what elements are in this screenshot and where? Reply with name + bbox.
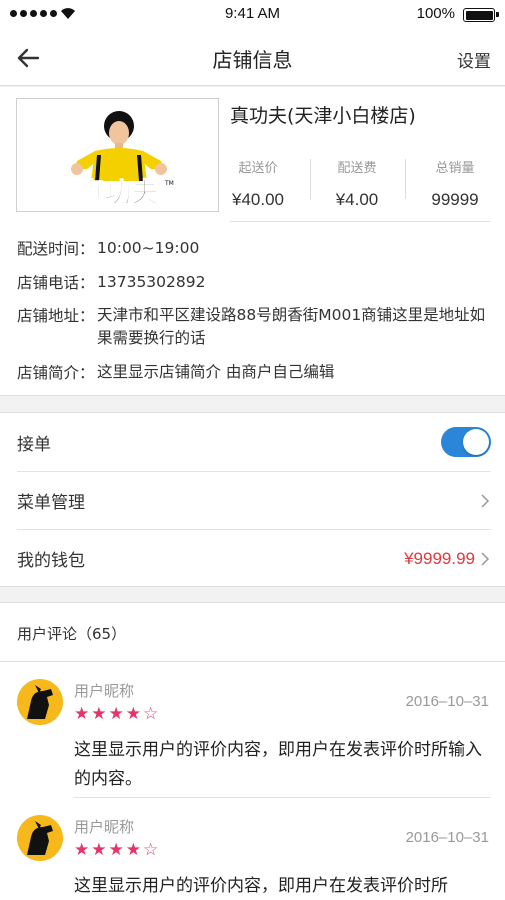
stat-value: ¥4.00 — [335, 190, 379, 209]
phone-row: 店铺电话： 13735302892 — [17, 271, 492, 294]
delivery-time-row: 配送时间： 10:00~19:00 — [17, 237, 492, 260]
avatar — [17, 815, 63, 861]
star-filled-icon: ★ — [125, 840, 141, 860]
wallet-row[interactable]: 我的钱包 ¥9999.99 — [17, 529, 491, 587]
user-avatar-icon — [27, 821, 53, 855]
settings-list: 接单 菜单管理 我的钱包 ¥9999.99 — [0, 412, 505, 587]
review-date: 2016–10–31 — [405, 693, 489, 710]
stat-label: 总销量 — [435, 161, 475, 176]
review-date: 2016–10–31 — [405, 829, 489, 846]
stat-divider — [405, 159, 406, 199]
page-title: 店铺信息 — [212, 48, 293, 72]
star-filled-icon: ★ — [108, 704, 124, 724]
info-value: 天津市和平区建设路88号朗香街M001商铺这里是地址如果需要换行的话 — [97, 306, 486, 347]
info-key: 店铺地址： — [17, 307, 95, 325]
info-key: 店铺简介： — [17, 364, 95, 382]
star-filled-icon: ★ — [91, 840, 107, 860]
info-key: 店铺电话： — [17, 274, 95, 292]
nav-bar: 店铺信息 设置 — [0, 30, 505, 86]
review-user-name: 用户昵称 — [74, 818, 135, 836]
settings-button[interactable]: 设置 — [457, 47, 491, 72]
review-rating: ★ ★ ★ ★ ☆ — [74, 840, 158, 860]
stat-label: 起送价 — [238, 161, 278, 176]
battery-percent: 100% — [416, 5, 455, 22]
chevron-right-icon — [481, 493, 490, 508]
stat-value: 99999 — [431, 190, 479, 209]
review-text: 这里显示用户的评价内容，即用户在发表评价时所 — [74, 876, 448, 896]
accept-orders-toggle[interactable] — [441, 427, 491, 457]
intro-row: 店铺简介： 这里显示店铺简介 由商户自己编辑 — [17, 361, 492, 384]
star-empty-icon: ☆ — [143, 840, 159, 860]
avatar — [17, 679, 63, 725]
svg-text:TM: TM — [164, 180, 174, 187]
menu-management-row[interactable]: 菜单管理 — [17, 471, 491, 529]
star-filled-icon: ★ — [74, 704, 90, 724]
accept-orders-label: 接单 — [17, 434, 51, 455]
store-logo: 真功夫 TM — [16, 98, 219, 212]
stat-label: 配送费 — [337, 161, 377, 176]
stat-delivery-fee: 配送费 ¥4.00 — [312, 157, 402, 210]
review-rating: ★ ★ ★ ★ ☆ — [74, 704, 158, 724]
accept-orders-row: 接单 — [17, 413, 491, 471]
info-value: 10:00~19:00 — [97, 239, 200, 257]
logo-text: 真功夫 — [78, 178, 160, 209]
star-filled-icon: ★ — [74, 840, 90, 860]
store-name: 真功夫(天津小白楼店) — [230, 105, 416, 127]
info-key: 配送时间： — [17, 240, 95, 258]
stat-divider — [310, 159, 311, 199]
menu-management-label: 菜单管理 — [17, 493, 85, 513]
star-filled-icon: ★ — [108, 840, 124, 860]
user-avatar-icon — [27, 685, 53, 719]
divider — [230, 221, 491, 222]
stat-value: ¥40.00 — [232, 190, 284, 209]
info-value: 这里显示店铺简介 由商户自己编辑 — [97, 363, 335, 381]
battery-icon — [463, 8, 499, 22]
store-info-card: 真功夫 TM 真功夫(天津小白楼店) 起送价 ¥40.00 配送费 ¥4.00 … — [0, 87, 505, 396]
stat-total-sales: 总销量 99999 — [410, 157, 500, 210]
review-user-name: 用户昵称 — [74, 682, 135, 700]
status-bar: 9:41 AM 100% — [0, 0, 505, 30]
stat-min-order: 起送价 ¥40.00 — [213, 157, 303, 210]
star-filled-icon: ★ — [91, 704, 107, 724]
wallet-amount: ¥9999.99 — [404, 548, 475, 568]
review-item: 用户昵称 ★ ★ ★ ★ ☆ 2016–10–31 这里显示用户的评价内容，即用… — [0, 798, 505, 900]
phone-value[interactable]: 13735302892 — [97, 271, 492, 294]
review-text: 这里显示用户的评价内容，即用户在发表评价时所输入的内容。 — [74, 740, 482, 789]
reviews-header: 用户评论（65） — [17, 625, 127, 643]
chevron-right-icon — [481, 551, 490, 566]
reviews-section: 用户评论（65） 用户昵称 ★ ★ ★ ★ ☆ 2016–10–31 这里显示用… — [0, 602, 505, 900]
address-row: 店铺地址： 天津市和平区建设路88号朗香街M001商铺这里是地址如果需要换行的话 — [17, 304, 492, 350]
review-item: 用户昵称 ★ ★ ★ ★ ☆ 2016–10–31 这里显示用户的评价内容，即用… — [0, 662, 505, 798]
star-empty-icon: ☆ — [143, 704, 159, 724]
store-logo-image: 真功夫 TM — [71, 111, 174, 210]
wallet-label: 我的钱包 — [17, 551, 85, 571]
star-filled-icon: ★ — [125, 704, 141, 724]
